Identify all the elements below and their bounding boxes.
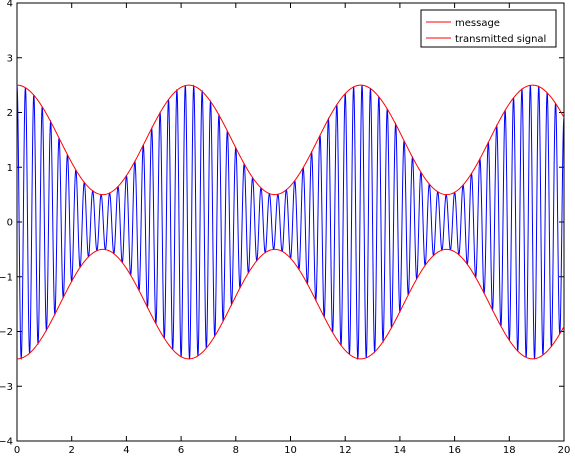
legend-label-transmitted-signal: transmitted signal xyxy=(455,34,546,45)
y-tick-label: −3 xyxy=(0,382,13,393)
x-tick-label: 2 xyxy=(69,445,75,456)
x-tick-label: 18 xyxy=(503,445,516,456)
y-tick-label: 1 xyxy=(7,163,13,174)
x-tick-label: 6 xyxy=(178,445,184,456)
x-tick-label: 14 xyxy=(394,445,407,456)
legend: message transmitted signal xyxy=(420,9,557,48)
x-tick-label: 20 xyxy=(558,445,571,456)
x-tick-label: 4 xyxy=(123,445,129,456)
x-tick-label: 10 xyxy=(284,445,297,456)
y-tick-label: −1 xyxy=(0,272,13,283)
y-tick-label: 0 xyxy=(7,218,13,229)
y-tick-label: −2 xyxy=(0,327,13,338)
x-tick-label: 8 xyxy=(233,445,239,456)
x-tick-label: 16 xyxy=(448,445,461,456)
x-tick-label: 0 xyxy=(14,445,20,456)
x-tick-label: 12 xyxy=(339,445,352,456)
y-tick-label: −4 xyxy=(0,437,13,448)
legend-label-message: message xyxy=(455,18,500,29)
chart: 0 2 4 6 8 10 12 14 16 18 2043210−1−2−3−4 message t… xyxy=(0,0,571,456)
y-tick-label: 3 xyxy=(7,53,13,64)
y-tick-label: 2 xyxy=(7,108,13,119)
y-tick-label: 4 xyxy=(7,0,13,10)
